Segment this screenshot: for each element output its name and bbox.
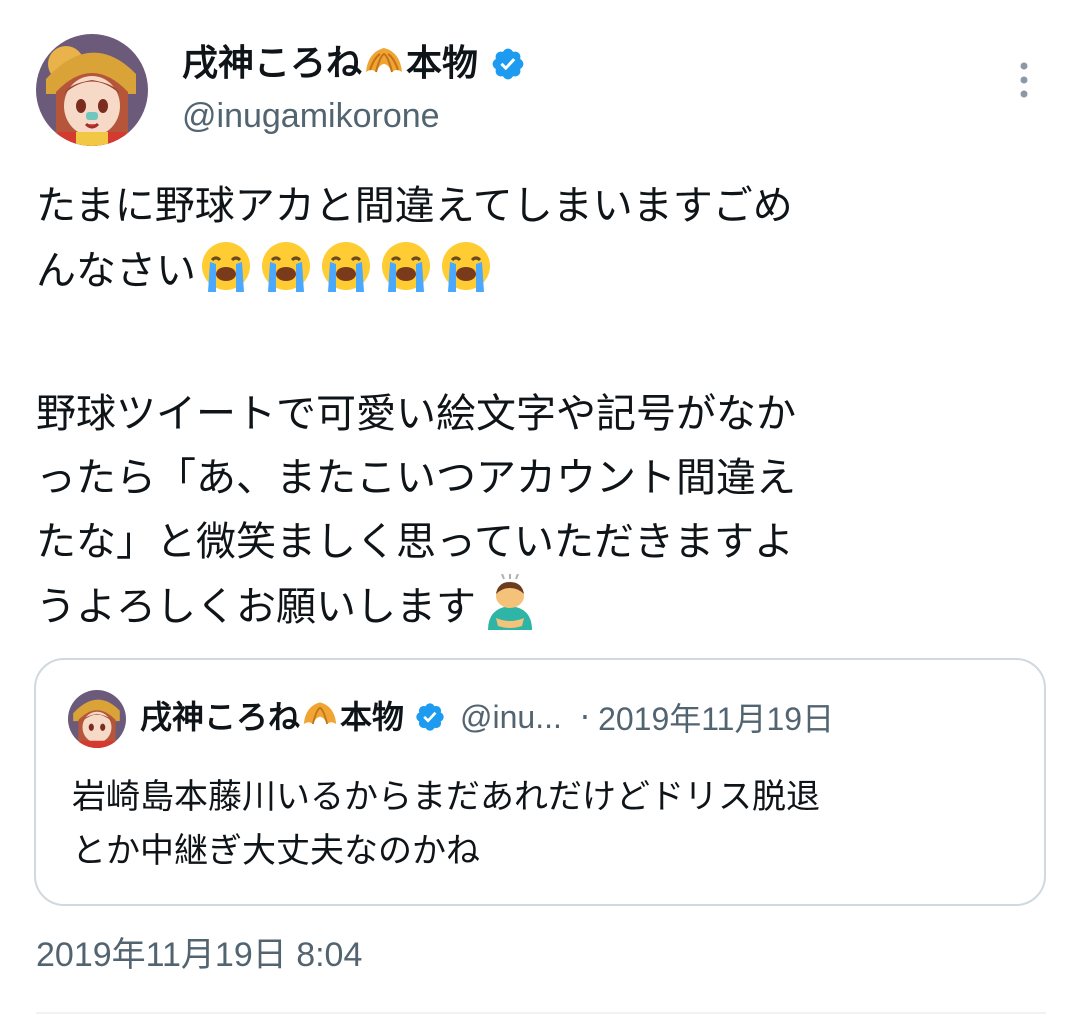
- quoted-name-suffix: 本物: [340, 698, 405, 736]
- tweet-line: たまに野球アカと間違えてしまいますごめ: [36, 183, 793, 229]
- quoted-author-avatar: [68, 690, 126, 748]
- loudly-crying-face-icon: [322, 242, 370, 292]
- author-display-name: 戌神ころね: [182, 43, 363, 84]
- person-bowing-icon: [488, 574, 532, 630]
- tweet-line-with-emoji: うよろしくお願いします: [36, 574, 1046, 638]
- tweet-timestamp[interactable]: 2019年11月19日 8:04: [36, 932, 362, 978]
- more-options-icon[interactable]: [1006, 58, 1042, 104]
- croissant-icon: [300, 697, 340, 737]
- quoted-tweet-card[interactable]: 戌神ころね 本物 @inu... · 2019年11月19日 岩崎島本藤川いるか…: [34, 658, 1046, 906]
- avatar-image: [36, 34, 148, 146]
- loudly-crying-face-icon: [382, 242, 430, 292]
- avatar-image: [68, 690, 126, 748]
- author-name-suffix: 本物: [406, 43, 479, 84]
- tweet-line-with-emoji: んなさい: [36, 238, 1046, 302]
- author-handle[interactable]: @inugamikorone: [182, 94, 440, 138]
- croissant-icon: [362, 42, 406, 86]
- crying-emoji-row: [196, 242, 496, 294]
- tweet-line: ったら「あ、またこいつアカウント間違え: [36, 455, 796, 501]
- quoted-header: 戌神ころね 本物 @inu... · 2019年11月19日: [140, 694, 834, 740]
- author-name-row[interactable]: 戌神ころね 本物: [182, 40, 526, 88]
- quoted-line: 岩崎島本藤川いるからまだあれだけどドリス脱退: [72, 777, 820, 817]
- tweet-line: 野球ツイートで可愛い絵文字や記号がなか: [36, 391, 796, 437]
- divider: [36, 1012, 1046, 1014]
- tweet-body: たまに野球アカと間違えてしまいますごめ んなさい 野球ツイートで可愛い絵文字や記…: [36, 174, 1046, 638]
- verified-badge-icon: [416, 703, 444, 731]
- tweet-line-text: うよろしくお願いします: [36, 584, 476, 630]
- tweet-line: たな」と微笑ましく思っていただきますよ: [36, 519, 794, 565]
- quoted-display-name: 戌神ころね: [140, 698, 301, 736]
- verified-badge-icon: [492, 48, 524, 80]
- quoted-tweet-body: 岩崎島本藤川いるからまだあれだけどドリス脱退 とか中継ぎ大丈夫なのかね: [72, 770, 1032, 878]
- tweet-line-text: んなさい: [36, 248, 196, 294]
- quoted-line: とか中継ぎ大丈夫なのかね: [72, 831, 480, 871]
- quoted-date: 2019年11月19日: [598, 701, 835, 737]
- loudly-crying-face-icon: [442, 242, 490, 292]
- loudly-crying-face-icon: [202, 242, 250, 292]
- quoted-separator: ·: [579, 698, 591, 736]
- author-avatar[interactable]: [36, 34, 148, 146]
- loudly-crying-face-icon: [262, 242, 310, 292]
- quoted-handle: @inu...: [460, 698, 562, 735]
